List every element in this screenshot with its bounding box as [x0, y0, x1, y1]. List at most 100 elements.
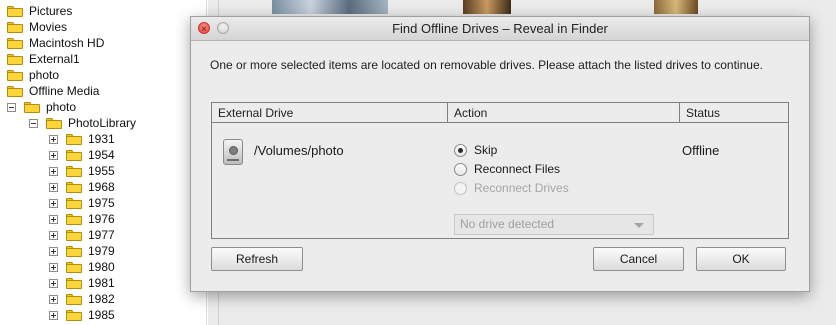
close-icon[interactable]: ×: [198, 22, 210, 35]
tree-item-1977[interactable]: 1977: [49, 227, 115, 243]
tree-item-1968[interactable]: 1968: [49, 179, 115, 195]
radio-label-skip: Skip: [474, 143, 498, 157]
tree-item-external1[interactable]: External1: [7, 51, 80, 67]
expand-icon[interactable]: [49, 278, 58, 288]
expand-icon[interactable]: [49, 246, 58, 256]
cancel-button[interactable]: Cancel: [593, 247, 684, 271]
tree-item-label: 1968: [88, 180, 115, 194]
tree-item-1955[interactable]: 1955: [49, 163, 115, 179]
folder-icon: [66, 229, 82, 241]
find-offline-drives-dialog: × Find Offline Drives – Reveal in Finder…: [190, 16, 810, 292]
tree-item-1981[interactable]: 1981: [49, 275, 115, 291]
minimize-icon[interactable]: [217, 22, 229, 34]
folder-icon: [66, 133, 82, 145]
external-drive-icon: [223, 139, 243, 165]
ok-button[interactable]: OK: [696, 247, 786, 271]
tree-item-label: 1979: [88, 244, 115, 258]
radio-skip[interactable]: Skip: [454, 142, 497, 158]
folder-icon: [7, 69, 23, 81]
tree-item-macintosh-hd[interactable]: Macintosh HD: [7, 35, 104, 51]
radio-label-reconnect-drives: Reconnect Drives: [474, 181, 569, 195]
expand-icon[interactable]: [49, 166, 58, 176]
expand-icon[interactable]: [49, 134, 58, 144]
folder-icon: [66, 245, 82, 257]
drive-select-value: No drive detected: [460, 217, 555, 231]
folder-icon: [66, 165, 82, 177]
tree-item-1979[interactable]: 1979: [49, 243, 115, 259]
radio-reconnect-files[interactable]: Reconnect Files: [454, 161, 560, 177]
folder-icon: [66, 277, 82, 289]
tree-item-label: 1985: [88, 308, 115, 322]
folder-icon: [24, 101, 40, 113]
tree-item-label: 1975: [88, 196, 115, 210]
expand-icon[interactable]: [49, 182, 58, 192]
thumbnail-1[interactable]: [272, 0, 388, 14]
tree-item-label: 1976: [88, 212, 115, 226]
folder-icon: [7, 37, 23, 49]
tree-item-1975[interactable]: 1975: [49, 195, 115, 211]
tree-item-label: photo: [46, 100, 77, 114]
thumbnail-2[interactable]: [463, 0, 511, 14]
tree-item-1985[interactable]: 1985: [49, 307, 115, 323]
folder-icon: [66, 293, 82, 305]
radio-label-reconnect-files: Reconnect Files: [474, 162, 561, 176]
expand-icon[interactable]: [49, 310, 58, 320]
thumbnail-3[interactable]: [654, 0, 698, 14]
tree-item-label: 1954: [88, 148, 115, 162]
tree-item-photolibrary[interactable]: PhotoLibrary: [29, 115, 136, 131]
folder-icon: [66, 149, 82, 161]
tree-item-label: PhotoLibrary: [68, 116, 137, 130]
tree-item-label: Movies: [29, 20, 68, 34]
tree-item-1980[interactable]: 1980: [49, 259, 115, 275]
radio-button-reconnect-drives: [454, 181, 467, 195]
expand-icon[interactable]: [49, 230, 58, 240]
folder-icon: [7, 21, 23, 33]
tree-item-label: 1955: [88, 164, 115, 178]
collapse-icon[interactable]: [7, 102, 16, 112]
expand-icon[interactable]: [49, 294, 58, 304]
expand-icon[interactable]: [49, 150, 58, 160]
tree-item-photo[interactable]: photo: [7, 99, 76, 115]
folder-icon: [66, 197, 82, 209]
drive-select: No drive detected: [454, 214, 654, 235]
column-header-status[interactable]: Status: [680, 103, 788, 123]
dialog-title: Find Offline Drives – Reveal in Finder: [392, 21, 608, 36]
folder-icon: [7, 5, 23, 17]
tree-item-pictures[interactable]: Pictures: [7, 3, 72, 19]
radio-reconnect-drives: Reconnect Drives: [454, 180, 569, 196]
tree-item-1976[interactable]: 1976: [49, 211, 115, 227]
expand-icon[interactable]: [49, 198, 58, 208]
radio-button-reconnect-files[interactable]: [454, 162, 467, 176]
tree-item-1982[interactable]: 1982: [49, 291, 115, 307]
column-header-external-drive[interactable]: External Drive: [212, 103, 448, 123]
folder-icon: [66, 309, 82, 321]
tree-item-label: 1982: [88, 292, 115, 306]
folder-tree: Pictures Movies Macintosh HD External1 photo…: [0, 0, 207, 325]
table-header: External Drive Action Status: [212, 103, 788, 123]
tree-item-label: Pictures: [29, 4, 73, 18]
tree-item-1954[interactable]: 1954: [49, 147, 115, 163]
column-header-action[interactable]: Action: [448, 103, 680, 123]
folder-icon: [7, 85, 23, 97]
tree-item-label: 1980: [88, 260, 115, 274]
folder-icon: [66, 261, 82, 273]
refresh-button[interactable]: Refresh: [211, 247, 303, 271]
expand-icon[interactable]: [49, 214, 58, 224]
offline-drives-table: External Drive Action Status /Volumes/ph…: [211, 102, 789, 239]
tree-item-offline-media[interactable]: Offline Media: [7, 83, 99, 99]
tree-item-label: 1931: [88, 132, 115, 146]
tree-item-photo[interactable]: photo: [7, 67, 59, 83]
radio-button-skip[interactable]: [454, 143, 467, 157]
dialog-titlebar[interactable]: × Find Offline Drives – Reveal in Finder: [191, 17, 809, 41]
folder-icon: [66, 213, 82, 225]
expand-icon[interactable]: [49, 262, 58, 272]
tree-item-movies[interactable]: Movies: [7, 19, 67, 35]
status-value: Offline: [682, 143, 720, 158]
drive-path: /Volumes/photo: [254, 143, 344, 158]
tree-item-label: Offline Media: [29, 84, 100, 98]
folder-icon: [7, 53, 23, 65]
collapse-icon[interactable]: [29, 118, 38, 128]
dialog-message: One or more selected items are located o…: [210, 58, 763, 72]
tree-item-1931[interactable]: 1931: [49, 131, 115, 147]
tree-item-label: 1977: [88, 228, 115, 242]
